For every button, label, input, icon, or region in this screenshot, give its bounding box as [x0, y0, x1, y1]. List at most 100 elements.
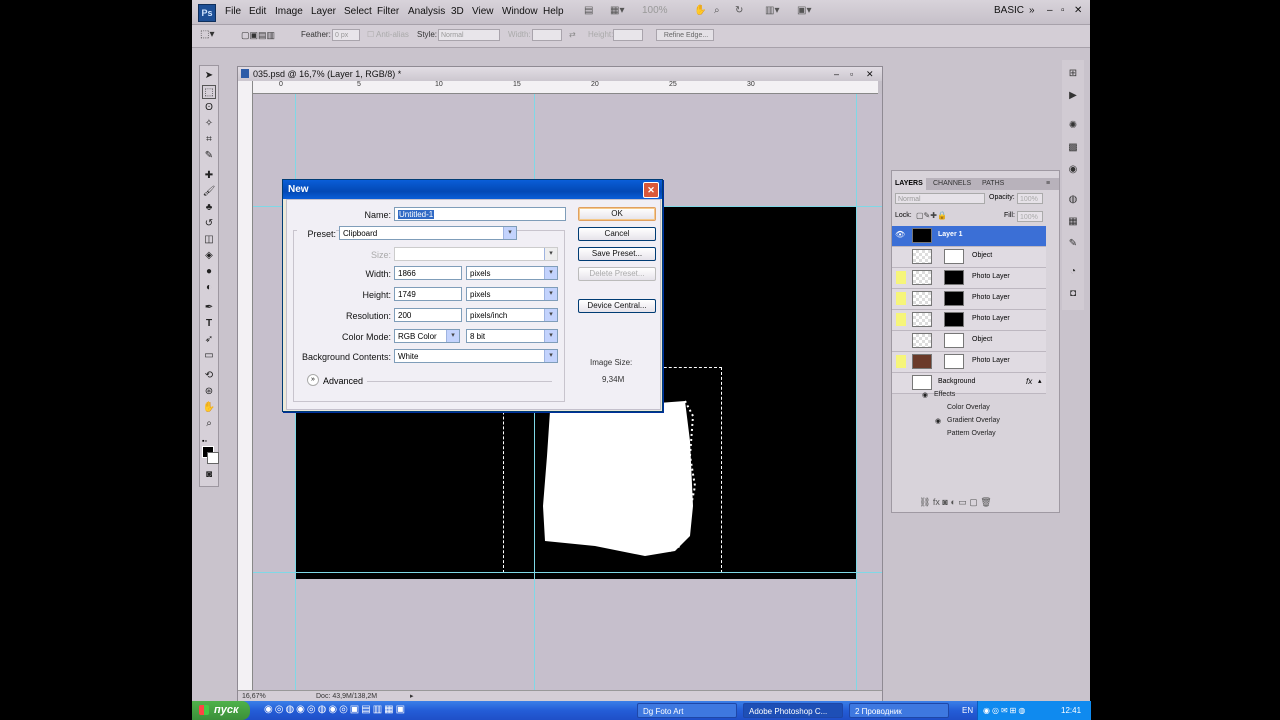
screen-mode-icon[interactable]: ▣▾ [797, 5, 811, 19]
feather-input[interactable]: 0 px [332, 29, 360, 41]
brush-tool-icon[interactable]: 🖌 [202, 185, 216, 199]
refine-edge-button[interactable]: Refine Edge... [656, 29, 714, 41]
opacity-input[interactable]: 100% [1017, 193, 1043, 204]
lasso-tool-icon[interactable]: ʘ [202, 101, 216, 115]
menu-edit[interactable]: Edit [249, 6, 266, 17]
bridge-icon[interactable]: ▤ [584, 5, 593, 19]
dialog-close-icon[interactable]: ✕ [643, 182, 659, 198]
actions-panel-icon[interactable]: ▶ [1066, 90, 1080, 102]
zoom-tool-icon[interactable]: ⌕ [714, 5, 720, 19]
doc-close-icon[interactable]: ✕ [866, 67, 874, 81]
3d-rotate-icon[interactable]: ⟲ [202, 369, 216, 383]
cancel-button[interactable]: Cancel [578, 227, 656, 241]
effect-eye-icon[interactable]: ◉ [935, 417, 941, 425]
layer-row[interactable]: Photo Layer [892, 289, 1046, 310]
color-panel-icon[interactable]: ◉ [1066, 164, 1080, 176]
blur-tool-icon[interactable]: ● [202, 265, 216, 279]
paths-panel-icon[interactable]: ✎ [1066, 238, 1080, 250]
width-unit-select[interactable]: pixels ▾ [466, 266, 558, 280]
doc-minimize-icon[interactable]: – [834, 67, 839, 81]
tab-paths[interactable]: PATHS [979, 178, 1007, 190]
hand-icon[interactable]: ✋ [694, 5, 706, 19]
quick-mask-icon[interactable]: ◙ [202, 468, 216, 482]
minimize-icon[interactable]: – [1047, 5, 1053, 19]
menu-filter[interactable]: Filter [377, 6, 399, 17]
panel-menu-icon[interactable]: ≡ [1043, 178, 1053, 190]
type-tool-icon[interactable]: T [202, 317, 216, 331]
arrange-documents-icon[interactable]: ▥▾ [765, 5, 779, 19]
swatches-panel-icon[interactable]: ▦ [1066, 216, 1080, 228]
marquee-tool-preset-icon[interactable]: ⬚▾ [200, 29, 214, 40]
swap-icon[interactable]: ⇄ [569, 30, 576, 39]
name-input[interactable]: Untitled-1 [394, 207, 566, 221]
start-button[interactable]: пуск [192, 701, 250, 720]
menu-layer[interactable]: Layer [311, 6, 336, 17]
selection-mode-icons[interactable]: ▢▣▤▥ [241, 30, 275, 41]
collapse-effects-icon[interactable]: ▴ [1038, 377, 1042, 385]
save-preset-button[interactable]: Save Preset... [578, 247, 656, 261]
height-unit-select[interactable]: pixels ▾ [466, 287, 558, 301]
dodge-tool-icon[interactable]: ◐ [202, 281, 216, 295]
device-central-button[interactable]: Device Central... [578, 299, 656, 313]
style-select[interactable]: Normal [438, 29, 500, 41]
layer-row[interactable]: Photo Layer [892, 268, 1046, 289]
layer-row[interactable]: Object [892, 247, 1046, 268]
workspace-menu-icon[interactable]: » [1029, 5, 1035, 19]
advanced-expand-icon[interactable]: » [307, 374, 319, 386]
default-colors-icon[interactable]: ▪▫ [202, 438, 207, 445]
menu-view[interactable]: View [472, 6, 494, 17]
layer-row[interactable]: Photo Layer [892, 310, 1046, 331]
advanced-label[interactable]: Advanced [323, 376, 363, 386]
3d-orbit-icon[interactable]: ⊛ [202, 385, 216, 399]
width-input[interactable]: 1866 [394, 266, 462, 280]
tab-layers[interactable]: LAYERS [892, 178, 926, 190]
preset-select[interactable]: Clipboard ▾ [339, 226, 517, 240]
status-zoom[interactable]: 16,67% [242, 691, 266, 701]
tray-icons[interactable]: ◉◎✉⊞◍ [983, 701, 1027, 720]
background-color-swatch[interactable] [207, 452, 219, 464]
guide-vertical[interactable] [856, 94, 857, 691]
brushes-panel-icon[interactable]: ◔ [1066, 266, 1080, 278]
menu-help[interactable]: Help [543, 6, 564, 17]
visibility-eye-icon[interactable]: 👁 [895, 230, 905, 241]
horizontal-ruler[interactable]: 0 5 10 15 20 25 30 [252, 81, 878, 94]
status-arrow-icon[interactable]: ▸ [410, 691, 414, 701]
background-contents-select[interactable]: White ▾ [394, 349, 558, 363]
blend-mode-select[interactable]: Normal [895, 193, 985, 204]
layer-row[interactable]: Background fx ▴ [892, 373, 1046, 394]
shape-tool-icon[interactable]: ▭ [202, 349, 216, 363]
color-mode-select[interactable]: RGB Color ▾ [394, 329, 460, 343]
width-input[interactable] [532, 29, 562, 41]
healing-brush-icon[interactable]: ✚ [202, 169, 216, 183]
layer-row[interactable]: Object [892, 331, 1046, 352]
layer-row[interactable]: Photo Layer [892, 352, 1046, 373]
effects-eye-icon[interactable]: ◉ [922, 391, 928, 399]
eyedropper-icon[interactable]: ✎ [202, 149, 216, 163]
dialog-title-bar[interactable]: New ✕ [283, 180, 662, 199]
menu-image[interactable]: Image [275, 6, 303, 17]
history-panel-icon[interactable]: ⊞ [1066, 68, 1080, 80]
workspace-switcher[interactable]: BASIC [994, 5, 1024, 19]
adjustments-panel-icon[interactable]: ✺ [1066, 120, 1080, 132]
menu-analysis[interactable]: Analysis [408, 6, 445, 17]
clock[interactable]: 12:41 [1061, 701, 1081, 720]
guide-horizontal[interactable] [253, 572, 882, 573]
clone-source-panel-icon[interactable]: ◘ [1066, 288, 1080, 300]
tab-channels[interactable]: CHANNELS [930, 178, 974, 190]
quick-launch-icons[interactable]: ◉◎◍◉◎◍◉◎▣▤▥▦▣ [264, 704, 407, 715]
resolution-input[interactable]: 200 [394, 308, 462, 322]
task-photoshop[interactable]: Adobe Photoshop C... [743, 703, 843, 718]
language-indicator[interactable]: EN [962, 701, 973, 720]
paint-bucket-icon[interactable]: ◈ [202, 249, 216, 263]
menu-select[interactable]: Select [344, 6, 372, 17]
menu-window[interactable]: Window [502, 6, 538, 17]
magic-wand-icon[interactable]: ✧ [202, 117, 216, 131]
effect-item[interactable]: Gradient Overlay [947, 417, 1000, 424]
antialias-checkbox[interactable]: ☐ [367, 30, 374, 39]
masks-panel-icon[interactable]: ▩ [1066, 142, 1080, 154]
fx-icon[interactable]: fx [1026, 377, 1032, 386]
height-input[interactable]: 1749 [394, 287, 462, 301]
eraser-icon[interactable]: ◫ [202, 233, 216, 247]
bit-depth-select[interactable]: 8 bit ▾ [466, 329, 558, 343]
menu-3d[interactable]: 3D [451, 6, 464, 17]
